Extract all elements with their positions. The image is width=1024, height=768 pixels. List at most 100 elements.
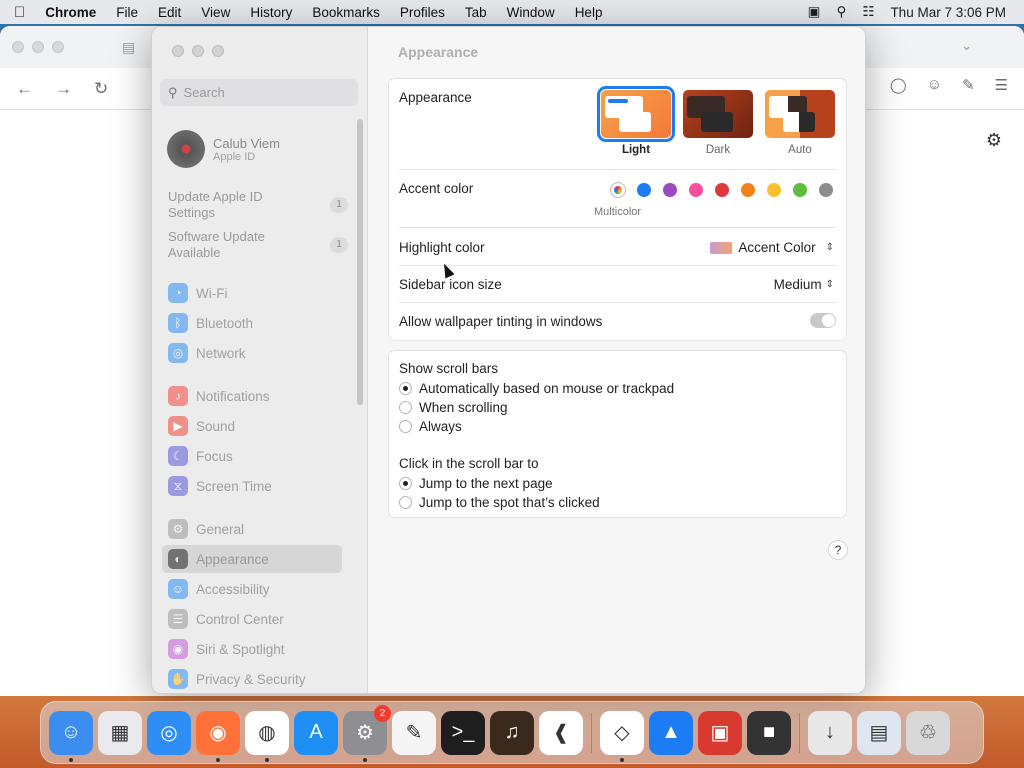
sidebar-item-sound[interactable]: ▶ Sound [162, 412, 342, 440]
appearance-option-light[interactable]: Light [597, 86, 675, 156]
sidebar-icon-size-value: Medium [773, 277, 822, 292]
highlight-color-popup[interactable]: Accent Color ⇕ [710, 240, 834, 255]
sidebar-item-accessibility[interactable]: ☺ Accessibility [162, 575, 342, 603]
accent-swatch-f7821b[interactable] [741, 183, 755, 197]
spotlight-search-icon[interactable]: ⚲ [836, 4, 846, 20]
appearance-option-dark[interactable]: Dark [681, 90, 755, 156]
apple-id-account[interactable]: Calub Viem Apple ID [167, 130, 280, 168]
menubar-clock[interactable]: Thu Mar 7 3:06 PM [890, 5, 1006, 20]
menu-profiles[interactable]: Profiles [400, 5, 445, 20]
pocket-icon[interactable]: ◯ [890, 76, 907, 94]
reload-icon[interactable]: ↻ [94, 79, 108, 99]
textedit-icon[interactable]: ✎ [392, 710, 436, 755]
click-option-spot-clicked[interactable]: Jump to the spot that’s clicked [399, 495, 600, 510]
sidebar-notice-software-update[interactable]: Software Update Available 1 [168, 229, 348, 261]
radio-label: Jump to the spot that’s clicked [419, 495, 600, 510]
safari-icon[interactable]: ◎ [147, 710, 191, 755]
tab-search-chevron-icon[interactable]: ⌄ [961, 38, 972, 54]
sidebar-item-focus[interactable]: ☾ Focus [162, 442, 342, 470]
app-store-icon[interactable]: A [294, 710, 338, 755]
sidebar-item-label: Control Center [196, 611, 284, 627]
menu-edit[interactable]: Edit [158, 5, 181, 20]
sidebar-item-siri-spotlight[interactable]: ◉ Siri & Spotlight [162, 635, 342, 663]
accent-swatch-9b4bc0[interactable] [663, 183, 677, 197]
sidebar-item-screen-time[interactable]: ⧖ Screen Time [162, 472, 342, 500]
accent-swatch-8c8c8c[interactable] [819, 183, 833, 197]
control-center-toggle-icon[interactable]: ☷ [862, 4, 874, 20]
sidebar-item-privacy-security[interactable]: ✋ Privacy & Security [162, 665, 342, 693]
menu-tab[interactable]: Tab [465, 5, 487, 20]
photo-booth-icon[interactable]: ▣ [698, 710, 742, 755]
minimize-button[interactable] [192, 45, 204, 57]
sidebar-item-bluetooth[interactable]: ᛒ Bluetooth [162, 309, 342, 337]
menu-chrome[interactable]: Chrome [45, 5, 96, 20]
launchpad-icon[interactable]: ▦ [98, 710, 142, 755]
accent-swatch-multicolor[interactable] [611, 183, 625, 197]
finder-glyph: ☺ [60, 721, 82, 743]
forward-arrow-icon[interactable]: → [55, 79, 72, 99]
scroll-option-always[interactable]: Always [399, 419, 462, 434]
menu-bookmarks[interactable]: Bookmarks [312, 5, 380, 20]
search-input[interactable] [183, 85, 344, 100]
appearance-option-auto[interactable]: Auto [763, 90, 837, 156]
scroll-option-when-scrolling[interactable]: When scrolling [399, 400, 508, 415]
wallpaper-tinting-toggle[interactable] [810, 313, 836, 328]
screen-capture-icon[interactable]: ■ [747, 710, 791, 755]
radio-button[interactable] [399, 496, 412, 509]
zoom-button[interactable] [212, 45, 224, 57]
accent-swatch-fcc02f[interactable] [767, 183, 781, 197]
downloads-stack-icon[interactable]: ↓ [808, 710, 852, 755]
chrome-icon[interactable]: ◍ [245, 710, 289, 762]
help-button[interactable]: ? [828, 540, 848, 560]
menu-help[interactable]: Help [575, 5, 603, 20]
trash-icon[interactable]: ♲ [906, 710, 950, 755]
sidebar-item-network[interactable]: ◎ Network [162, 339, 342, 367]
chrome-close-button[interactable] [12, 41, 24, 53]
accent-swatch-5ebd3e[interactable] [793, 183, 807, 197]
sidebar-item-notifications[interactable]: ♪ Notifications [162, 382, 342, 410]
click-option-next-page[interactable]: Jump to the next page [399, 476, 553, 491]
sidebar-item-label: Network [196, 345, 246, 361]
radio-button[interactable] [399, 382, 412, 395]
accent-swatch-1c7cf4[interactable] [637, 183, 651, 197]
moon-icon: ☾ [168, 446, 188, 466]
menu-history[interactable]: History [250, 5, 292, 20]
scroll-option-automatic[interactable]: Automatically based on mouse or trackpad [399, 381, 674, 396]
menu-hamburger-icon[interactable]: ☰ [995, 76, 1008, 94]
accent-swatch-e0383e[interactable] [715, 183, 729, 197]
chrome-zoom-button[interactable] [52, 41, 64, 53]
settings-gear-icon[interactable]: ⚙ [986, 130, 1002, 151]
sidebar-item-control-center[interactable]: ☰ Control Center [162, 605, 342, 633]
finder-icon[interactable]: ☺ [49, 710, 93, 762]
menu-window[interactable]: Window [507, 5, 555, 20]
sidebar-item-general[interactable]: ⚙ General [162, 515, 342, 543]
radio-button[interactable] [399, 401, 412, 414]
extensions-icon[interactable]: ✎ [962, 76, 975, 94]
apple-menu-icon[interactable]:  [14, 4, 25, 21]
tab-overview-icon[interactable]: ▤ [122, 39, 135, 56]
sidebar-notice-apple-id[interactable]: Update Apple ID Settings 1 [168, 189, 348, 221]
sidebar-item-appearance[interactable]: ◐ Appearance [162, 545, 342, 573]
radio-button[interactable] [399, 420, 412, 433]
garageband-icon[interactable]: ♫ [490, 710, 534, 755]
chrome-minimize-button[interactable] [32, 41, 44, 53]
terminal-icon[interactable]: >_ [441, 710, 485, 755]
sidebar-icon-size-popup[interactable]: Medium ⇕ [774, 277, 834, 292]
radio-button[interactable] [399, 477, 412, 490]
vscode-icon[interactable]: ❰ [539, 710, 583, 755]
menu-file[interactable]: File [116, 5, 138, 20]
accent-swatch-f74f9e[interactable] [689, 183, 703, 197]
close-button[interactable] [172, 45, 184, 57]
keynote-icon[interactable]: ▲ [649, 710, 693, 755]
back-arrow-icon[interactable]: ← [16, 79, 33, 99]
profile-icon[interactable]: ☺ [927, 76, 942, 94]
sidebar-scrollbar[interactable] [357, 119, 363, 405]
screen-mirroring-icon[interactable]: ▣ [808, 4, 821, 20]
account-name: Calub Viem [213, 135, 280, 151]
sidebar-item-wi-fi[interactable]: ◔ Wi-Fi [162, 279, 342, 307]
unity-icon[interactable]: ◇ [600, 710, 644, 762]
menu-view[interactable]: View [201, 5, 230, 20]
system-settings-icon[interactable]: ⚙ 2 [343, 704, 391, 762]
screenshot-stack-icon[interactable]: ▤ [857, 710, 901, 755]
firefox-icon[interactable]: ◉ [196, 710, 240, 762]
